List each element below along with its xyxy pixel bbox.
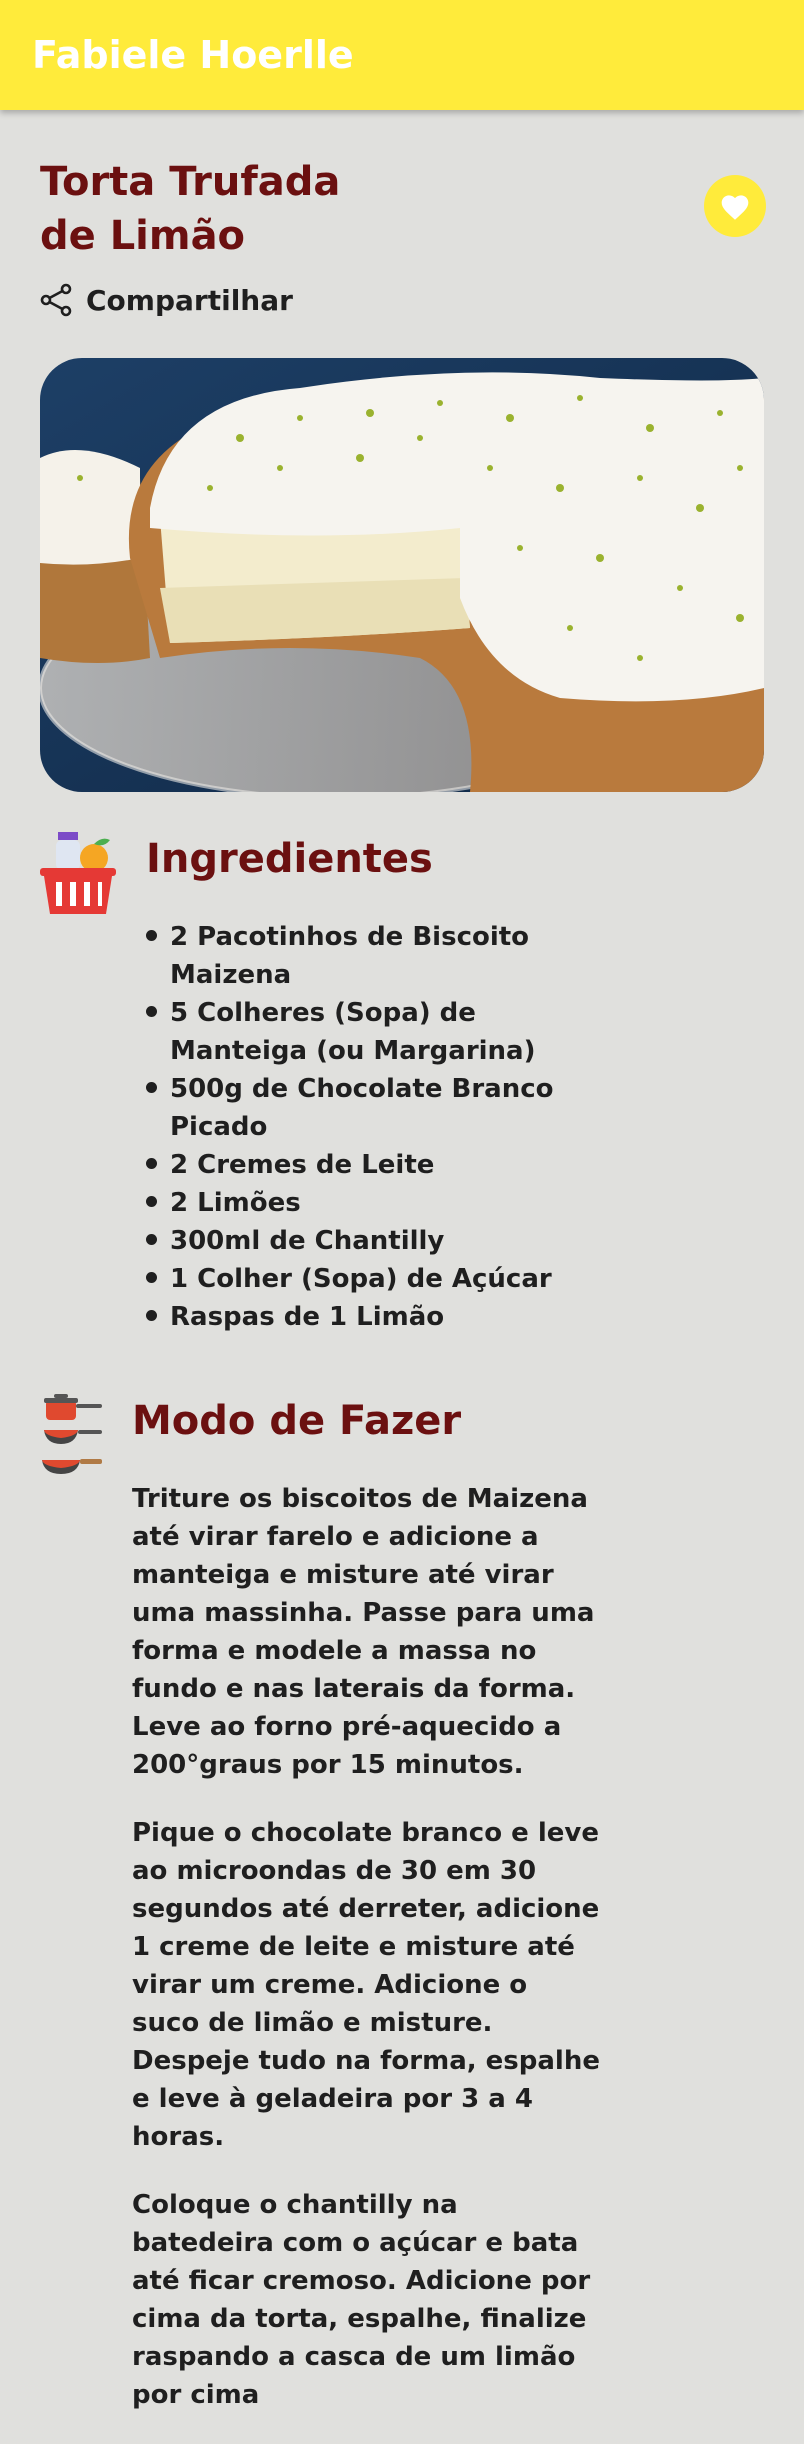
list-item: 1 Colher (Sopa) de Açúcar bbox=[140, 1260, 600, 1298]
app-bar: Fabiele Hoerlle bbox=[0, 0, 804, 110]
method-title: Modo de Fazer bbox=[132, 1398, 462, 1444]
method-steps: Triture os biscoitos de Maizena até vira… bbox=[132, 1480, 602, 2444]
list-item: Raspas de 1 Limão bbox=[140, 1298, 600, 1336]
app-title: Fabiele Hoerlle bbox=[32, 33, 354, 77]
list-item: 2 Pacotinhos de Biscoito Maizena bbox=[140, 918, 600, 994]
list-item: 500g de Chocolate Branco Picado bbox=[140, 1070, 600, 1146]
share-label: Compartilhar bbox=[86, 283, 293, 317]
step-paragraph: Triture os biscoitos de Maizena até vira… bbox=[132, 1484, 595, 1780]
share-button[interactable]: Compartilhar bbox=[40, 280, 293, 320]
list-item: 2 Cremes de Leite bbox=[140, 1146, 600, 1184]
list-item: 5 Colheres (Sopa) de Manteiga (ou Margar… bbox=[140, 994, 600, 1070]
favorite-button[interactable] bbox=[704, 175, 766, 237]
cooking-pans-icon bbox=[40, 1392, 104, 1482]
recipe-image bbox=[40, 358, 764, 792]
list-item: 2 Limões bbox=[140, 1184, 600, 1222]
step-paragraph: Pique o chocolate branco e leve ao micro… bbox=[132, 1818, 600, 2152]
ingredients-title: Ingredientes bbox=[146, 836, 433, 882]
grocery-basket-icon bbox=[40, 830, 116, 918]
step-paragraph: Coloque o chantilly na batedeira com o a… bbox=[132, 2190, 591, 2410]
ingredients-list: 2 Pacotinhos de Biscoito Maizena 5 Colhe… bbox=[140, 918, 600, 1336]
recipe-title: Torta Trufada de Limão bbox=[40, 159, 341, 259]
list-item: 300ml de Chantilly bbox=[140, 1222, 600, 1260]
heart-icon bbox=[721, 195, 749, 220]
share-icon bbox=[40, 283, 72, 317]
